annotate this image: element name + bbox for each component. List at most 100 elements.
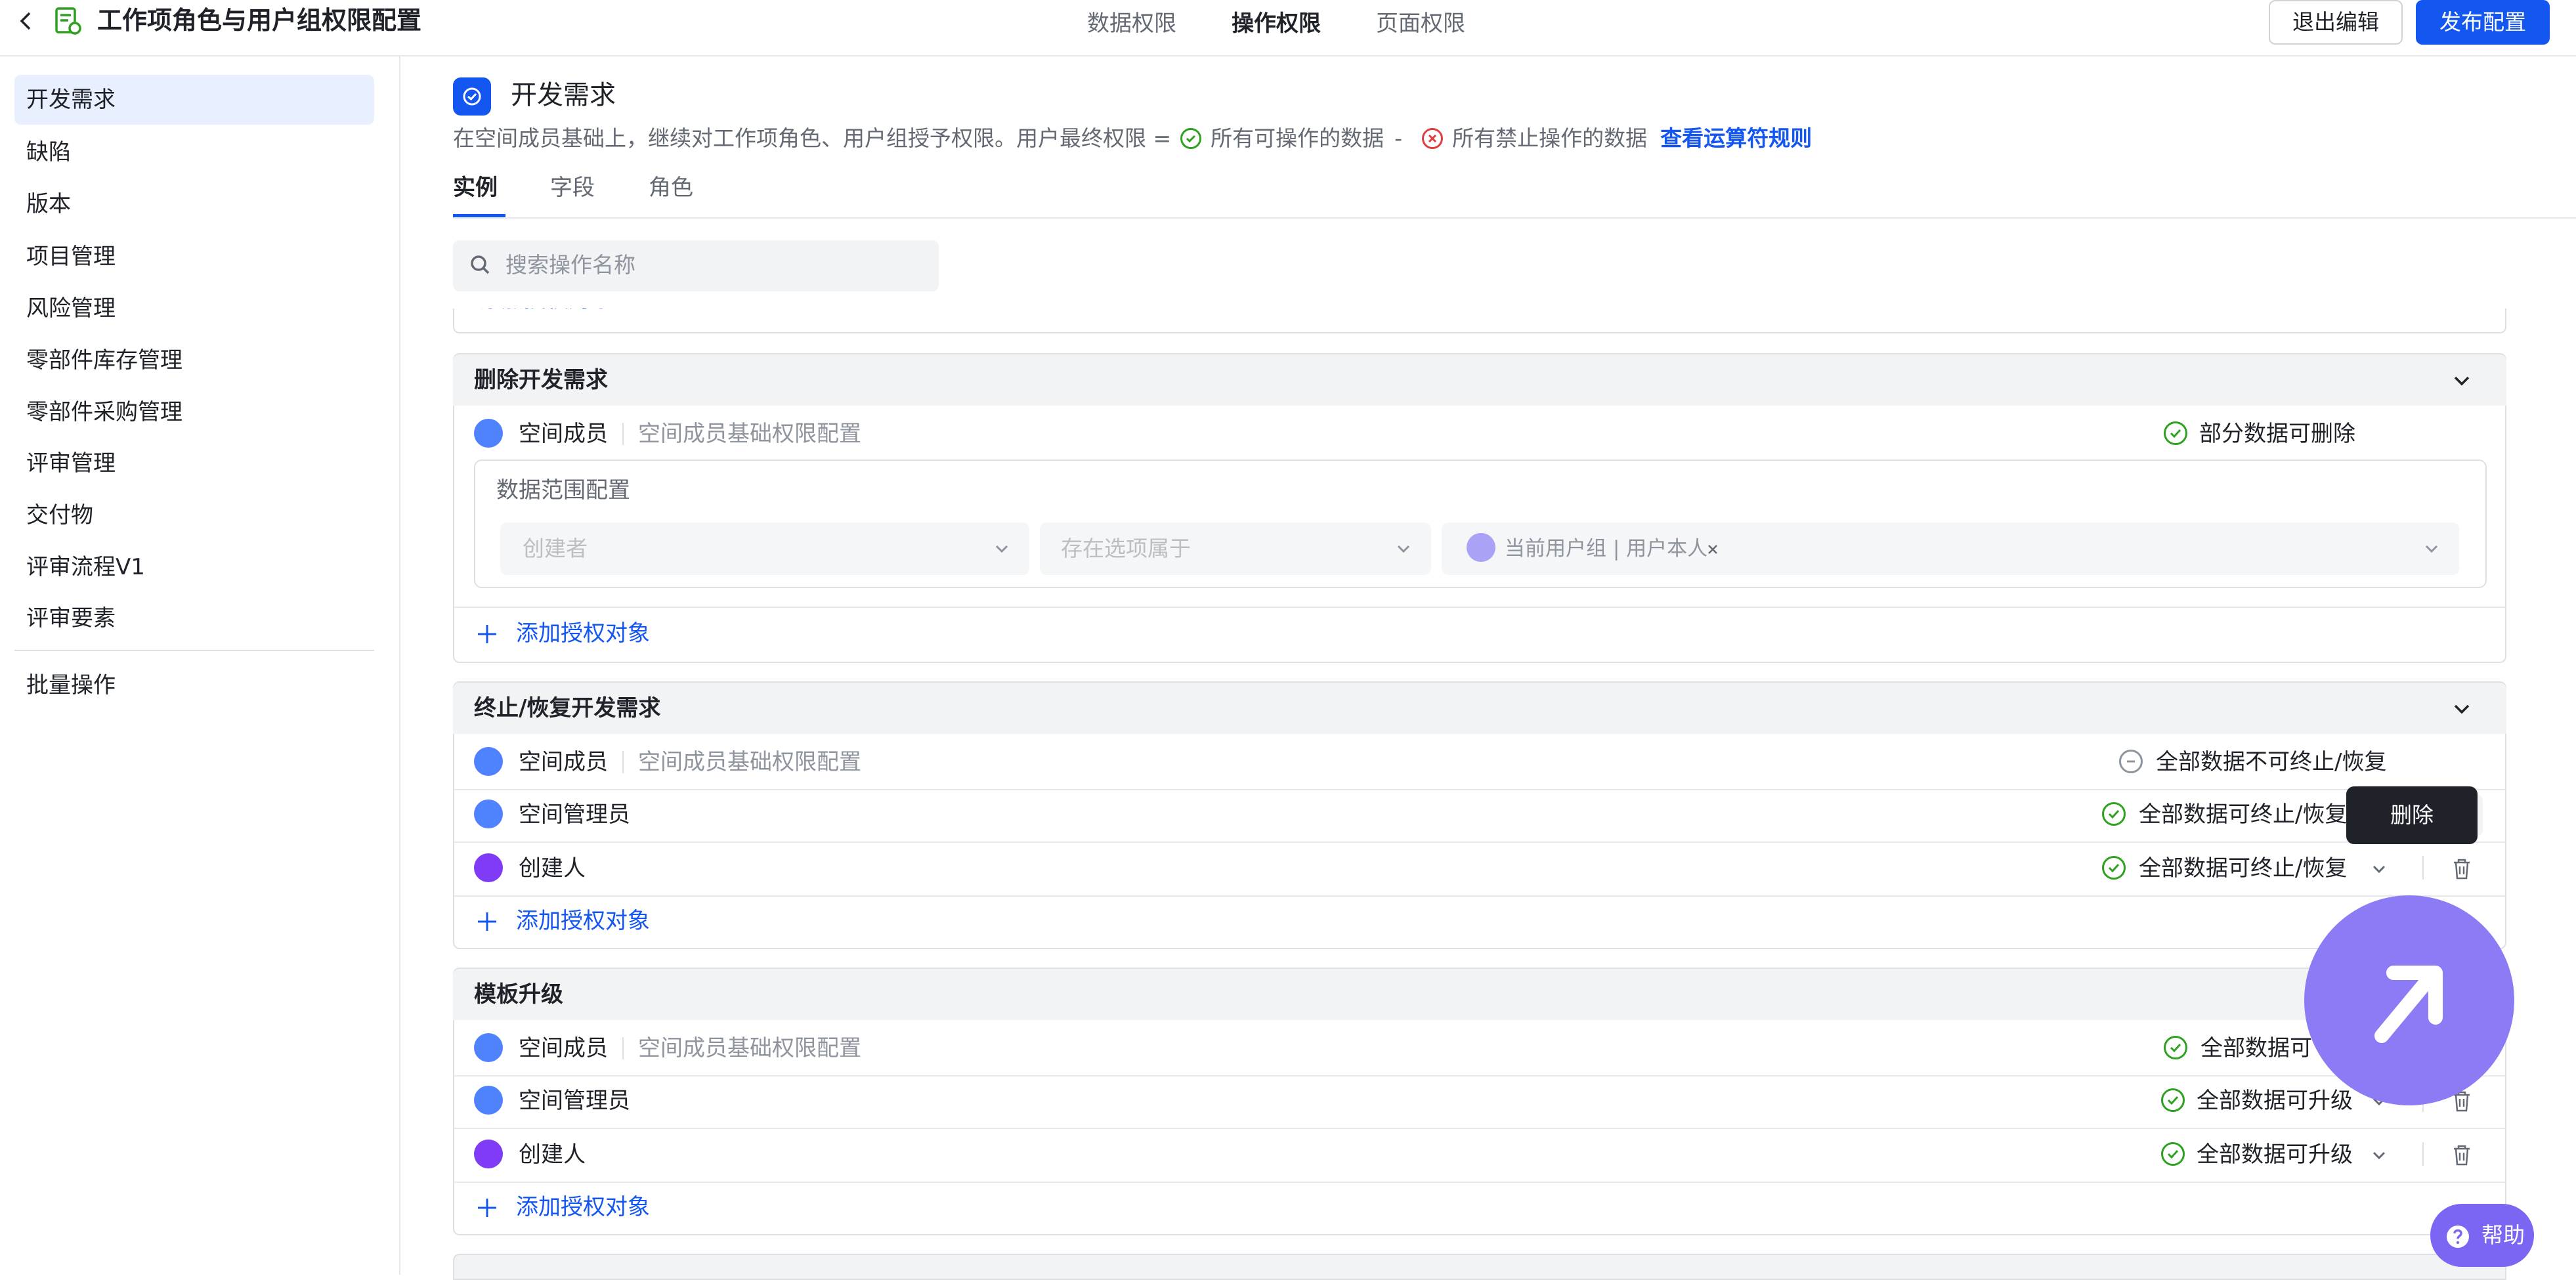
check-circle-icon	[2102, 802, 2126, 826]
minus-operator: -	[1394, 125, 1403, 151]
plus-icon	[478, 1199, 496, 1217]
user-group-icon	[474, 1086, 503, 1115]
user-group-icon	[474, 419, 503, 448]
operator-rules-link[interactable]: 查看运算符规则	[1660, 123, 1812, 154]
sidebar-item-defect[interactable]: 缺陷	[14, 127, 374, 177]
tab-page-permission[interactable]: 页面权限	[1376, 8, 1465, 39]
data-scope-label: 数据范围配置	[496, 477, 630, 503]
check-circle-icon	[463, 87, 481, 106]
tab-data-permission[interactable]: 数据权限	[1087, 8, 1176, 39]
next-section-partial	[453, 1254, 2506, 1280]
separator	[622, 1037, 624, 1059]
row-divider	[454, 895, 2505, 897]
chevron-down-icon	[1397, 545, 1410, 553]
section-upgrade-header[interactable]	[453, 969, 2506, 1020]
row-divider	[454, 607, 2505, 608]
help-label: 帮助	[2481, 1222, 2525, 1248]
add-grant-object-link[interactable]: 添加授权对象	[516, 617, 650, 650]
row-divider	[454, 1128, 2505, 1129]
sidebar-item-review-management[interactable]: 评审管理	[14, 438, 374, 488]
floating-action-button[interactable]	[2304, 895, 2514, 1105]
permission-value[interactable]: 全部数据可终止/恢复	[2139, 798, 2346, 831]
delete-tooltip: 删除	[2346, 786, 2478, 844]
section-title: 模板升级	[474, 981, 563, 1008]
sidebar-item-review-element[interactable]: 评审要素	[14, 593, 374, 643]
back-icon[interactable]	[13, 8, 39, 34]
permission-description: 在空间成员基础上，继续对工作项角色、用户组授予权限。用户最终权限 = 所有可操作的…	[453, 122, 1812, 154]
subtab-role[interactable]: 角色	[649, 172, 693, 203]
separator	[2422, 856, 2424, 880]
sidebar-item-review-flow[interactable]: 评审流程V1	[14, 542, 374, 592]
section-title: 终止/恢复开发需求	[474, 695, 661, 721]
sidebar-batch-operation[interactable]: 批量操作	[14, 660, 374, 710]
separator	[622, 751, 624, 773]
minus-circle-icon	[2119, 750, 2143, 773]
sidebar-item-risk-management[interactable]: 风险管理	[14, 284, 374, 333]
forbidden-data-text: 所有禁止操作的数据	[1452, 125, 1648, 151]
chevron-down-icon	[2425, 545, 2438, 553]
user-group-icon	[474, 800, 503, 828]
check-circle-icon	[2102, 856, 2126, 880]
entity-icon	[453, 77, 491, 116]
chevron-down-icon[interactable]	[2366, 1142, 2392, 1168]
permission-value[interactable]: 全部数据可升级	[2197, 1138, 2353, 1171]
chevron-down-icon[interactable]	[2366, 856, 2392, 882]
section-delete-header[interactable]	[453, 354, 2506, 406]
add-grant-object-link[interactable]: 添加授权对象	[516, 905, 650, 937]
permission-value: 全部数据可	[2200, 1035, 2312, 1061]
permission-value[interactable]: 部分数据可删除	[2199, 417, 2355, 450]
tab-operation-permission[interactable]: 操作权限	[1232, 8, 1321, 39]
section-terminate-header[interactable]	[453, 683, 2506, 734]
exit-edit-button[interactable]: 退出编辑	[2269, 0, 2403, 45]
question-icon	[2447, 1226, 2469, 1248]
chevron-down-icon	[995, 545, 1008, 553]
permission-value: 全部数据不可终止/恢复	[2156, 749, 2387, 775]
search-placeholder: 搜索操作名称	[505, 252, 635, 278]
user-icon	[1467, 533, 1495, 562]
close-circle-icon	[1422, 127, 1444, 149]
page-title: 工作项角色与用户组权限配置	[97, 6, 422, 35]
search-icon	[471, 255, 490, 274]
allowed-data-text: 所有可操作的数据	[1211, 125, 1385, 151]
grantee-description: 空间成员基础权限配置	[638, 1035, 861, 1061]
sidebar-item-dev-requirement[interactable]: 开发需求	[14, 75, 374, 125]
row-divider	[454, 789, 2505, 790]
sidebar-item-deliverable[interactable]: 交付物	[14, 490, 374, 540]
value-tag: 当前用户组 | 用户本人	[1505, 537, 1708, 561]
sidebar-item-version[interactable]: 版本	[14, 179, 374, 229]
plus-icon	[478, 625, 496, 643]
description-prefix: 在空间成员基础上，继续对工作项角色、用户组授予权限。用户最终权限 =	[453, 125, 1172, 151]
separator	[2422, 1142, 2424, 1166]
permission-value[interactable]: 全部数据可终止/恢复	[2139, 852, 2347, 885]
grantee-name: 空间成员	[519, 1035, 608, 1061]
chevron-down-icon[interactable]	[2449, 696, 2475, 722]
grantee-name: 空间成员	[519, 421, 608, 447]
add-grant-object-link[interactable]: 添加授权对象	[516, 1191, 650, 1224]
trash-icon[interactable]	[2449, 1142, 2475, 1168]
row-divider	[454, 1075, 2505, 1077]
close-icon[interactable]	[1703, 540, 1723, 559]
chevron-down-icon[interactable]	[2449, 368, 2475, 394]
check-circle-icon	[2161, 1088, 2185, 1112]
entity-title: 开发需求	[511, 80, 616, 110]
grantee-name: 创建人	[519, 855, 586, 882]
row-divider	[454, 1182, 2505, 1183]
grantee-name: 空间成员	[519, 749, 608, 775]
sidebar-item-parts-purchase[interactable]: 零部件采购管理	[14, 387, 374, 437]
user-icon	[474, 853, 503, 882]
subtab-instance[interactable]: 实例	[453, 172, 498, 203]
grantee-description: 空间成员基础权限配置	[638, 421, 861, 447]
grantee-name: 空间管理员	[519, 801, 630, 828]
trash-icon[interactable]	[2449, 856, 2475, 882]
user-group-icon	[474, 1033, 503, 1062]
user-icon	[474, 1140, 503, 1168]
check-circle-icon	[2161, 1142, 2185, 1166]
grantee-description: 空间成员基础权限配置	[638, 749, 861, 775]
section-title: 删除开发需求	[474, 367, 608, 393]
sidebar-item-project-management[interactable]: 项目管理	[14, 232, 374, 282]
subtab-field[interactable]: 字段	[550, 172, 595, 203]
grantee-name: 创建人	[519, 1141, 586, 1168]
document-icon	[55, 7, 81, 35]
sidebar-item-parts-inventory[interactable]: 零部件库存管理	[14, 335, 374, 385]
publish-button[interactable]: 发布配置	[2416, 0, 2550, 45]
